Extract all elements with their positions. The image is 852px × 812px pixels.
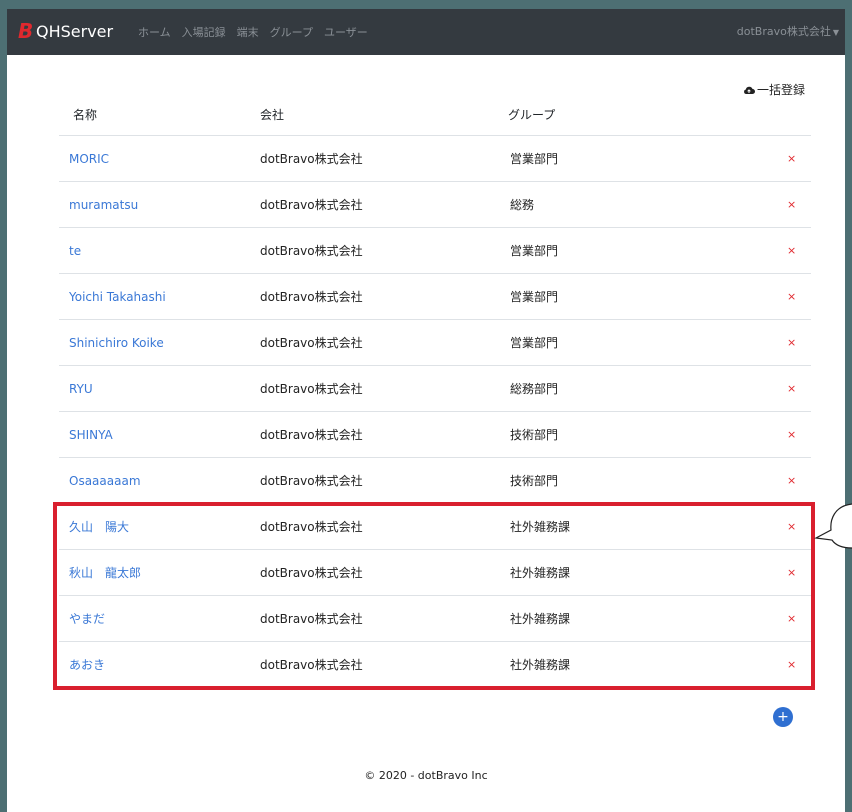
delete-icon[interactable]: × [787,474,796,488]
company-cell: dotBravo株式会社 [260,336,363,350]
user-name-link[interactable]: te [69,244,81,258]
table-row: Shinichiro Koike dotBravo株式会社 営業部門 × [59,320,811,366]
user-menu-label: dotBravo株式会社 [736,25,831,38]
company-cell: dotBravo株式会社 [260,290,363,304]
highlight-box [53,502,815,690]
group-cell: 総務部門 [510,382,559,396]
plus-icon: + [777,709,789,725]
table-row: te dotBravo株式会社 営業部門 × [59,228,811,274]
group-cell: 営業部門 [510,152,559,166]
user-name-link[interactable]: MORIC [69,152,109,166]
group-cell: 総務 [510,198,535,212]
group-cell: 営業部門 [510,244,559,258]
nav-link-home[interactable]: ホーム [138,26,171,40]
user-name-link[interactable]: RYU [69,382,93,396]
brand-logo-icon[interactable]: B [18,21,34,41]
group-cell: 営業部門 [510,336,559,350]
user-name-link[interactable]: muramatsu [69,198,138,212]
table-row: Yoichi Takahashi dotBravo株式会社 営業部門 × [59,274,811,320]
nav-link-entry-records[interactable]: 入場記録 [182,26,226,40]
user-name-link[interactable]: Yoichi Takahashi [69,290,166,304]
delete-icon[interactable]: × [787,428,796,442]
bulk-register-label: 一括登録 [757,83,806,97]
user-menu-dropdown[interactable]: dotBravo株式会社 ▼ [737,25,839,40]
company-cell: dotBravo株式会社 [260,152,363,166]
table-row: RYU dotBravo株式会社 総務部門 × [59,366,811,412]
delete-icon[interactable]: × [787,290,796,304]
company-cell: dotBravo株式会社 [260,474,363,488]
cloud-upload-icon [744,86,755,94]
company-cell: dotBravo株式会社 [260,382,363,396]
group-cell: 技術部門 [510,428,559,442]
table-row: muramatsu dotBravo株式会社 総務 × [59,182,811,228]
delete-icon[interactable]: × [787,244,796,258]
group-cell: 営業部門 [510,290,559,304]
delete-icon[interactable]: × [787,198,796,212]
nav-link-devices[interactable]: 端末 [237,26,259,40]
footer: © 2020 - dotBravo Inc [364,769,488,782]
column-header-company: 会社 [260,108,285,122]
group-cell: 技術部門 [510,474,559,488]
column-header-name: 名称 [73,108,98,122]
delete-icon[interactable]: × [787,382,796,396]
nav-links: ホーム 入場記録 端末 グループ ユーザー [138,26,368,40]
user-name-link[interactable]: Shinichiro Koike [69,336,164,350]
navbar: B QHServer ホーム 入場記録 端末 グループ ユーザー dotBrav… [7,9,845,55]
delete-icon[interactable]: × [787,152,796,166]
user-name-link[interactable]: SHINYA [69,428,113,442]
bulk-register-button[interactable]: 一括登録 [743,81,805,98]
nav-link-users[interactable]: ユーザー [324,26,368,40]
brand-name[interactable]: QHServer [36,22,113,42]
company-cell: dotBravo株式会社 [260,428,363,442]
table-row: MORIC dotBravo株式会社 営業部門 × [59,136,811,182]
table-row: Osaaaaaam dotBravo株式会社 技術部門 × [59,458,811,504]
user-name-link[interactable]: Osaaaaaam [69,474,141,488]
add-user-button[interactable]: + [773,707,793,727]
table-row: SHINYA dotBravo株式会社 技術部門 × [59,412,811,458]
company-cell: dotBravo株式会社 [260,198,363,212]
nav-link-groups[interactable]: グループ [270,26,313,40]
caret-down-icon: ▼ [832,28,839,37]
speech-bubble-icon [814,503,852,549]
company-cell: dotBravo株式会社 [260,244,363,258]
column-header-group: グループ [508,108,556,122]
app-frame: B QHServer ホーム 入場記録 端末 グループ ユーザー dotBrav… [7,9,845,812]
delete-icon[interactable]: × [787,336,796,350]
